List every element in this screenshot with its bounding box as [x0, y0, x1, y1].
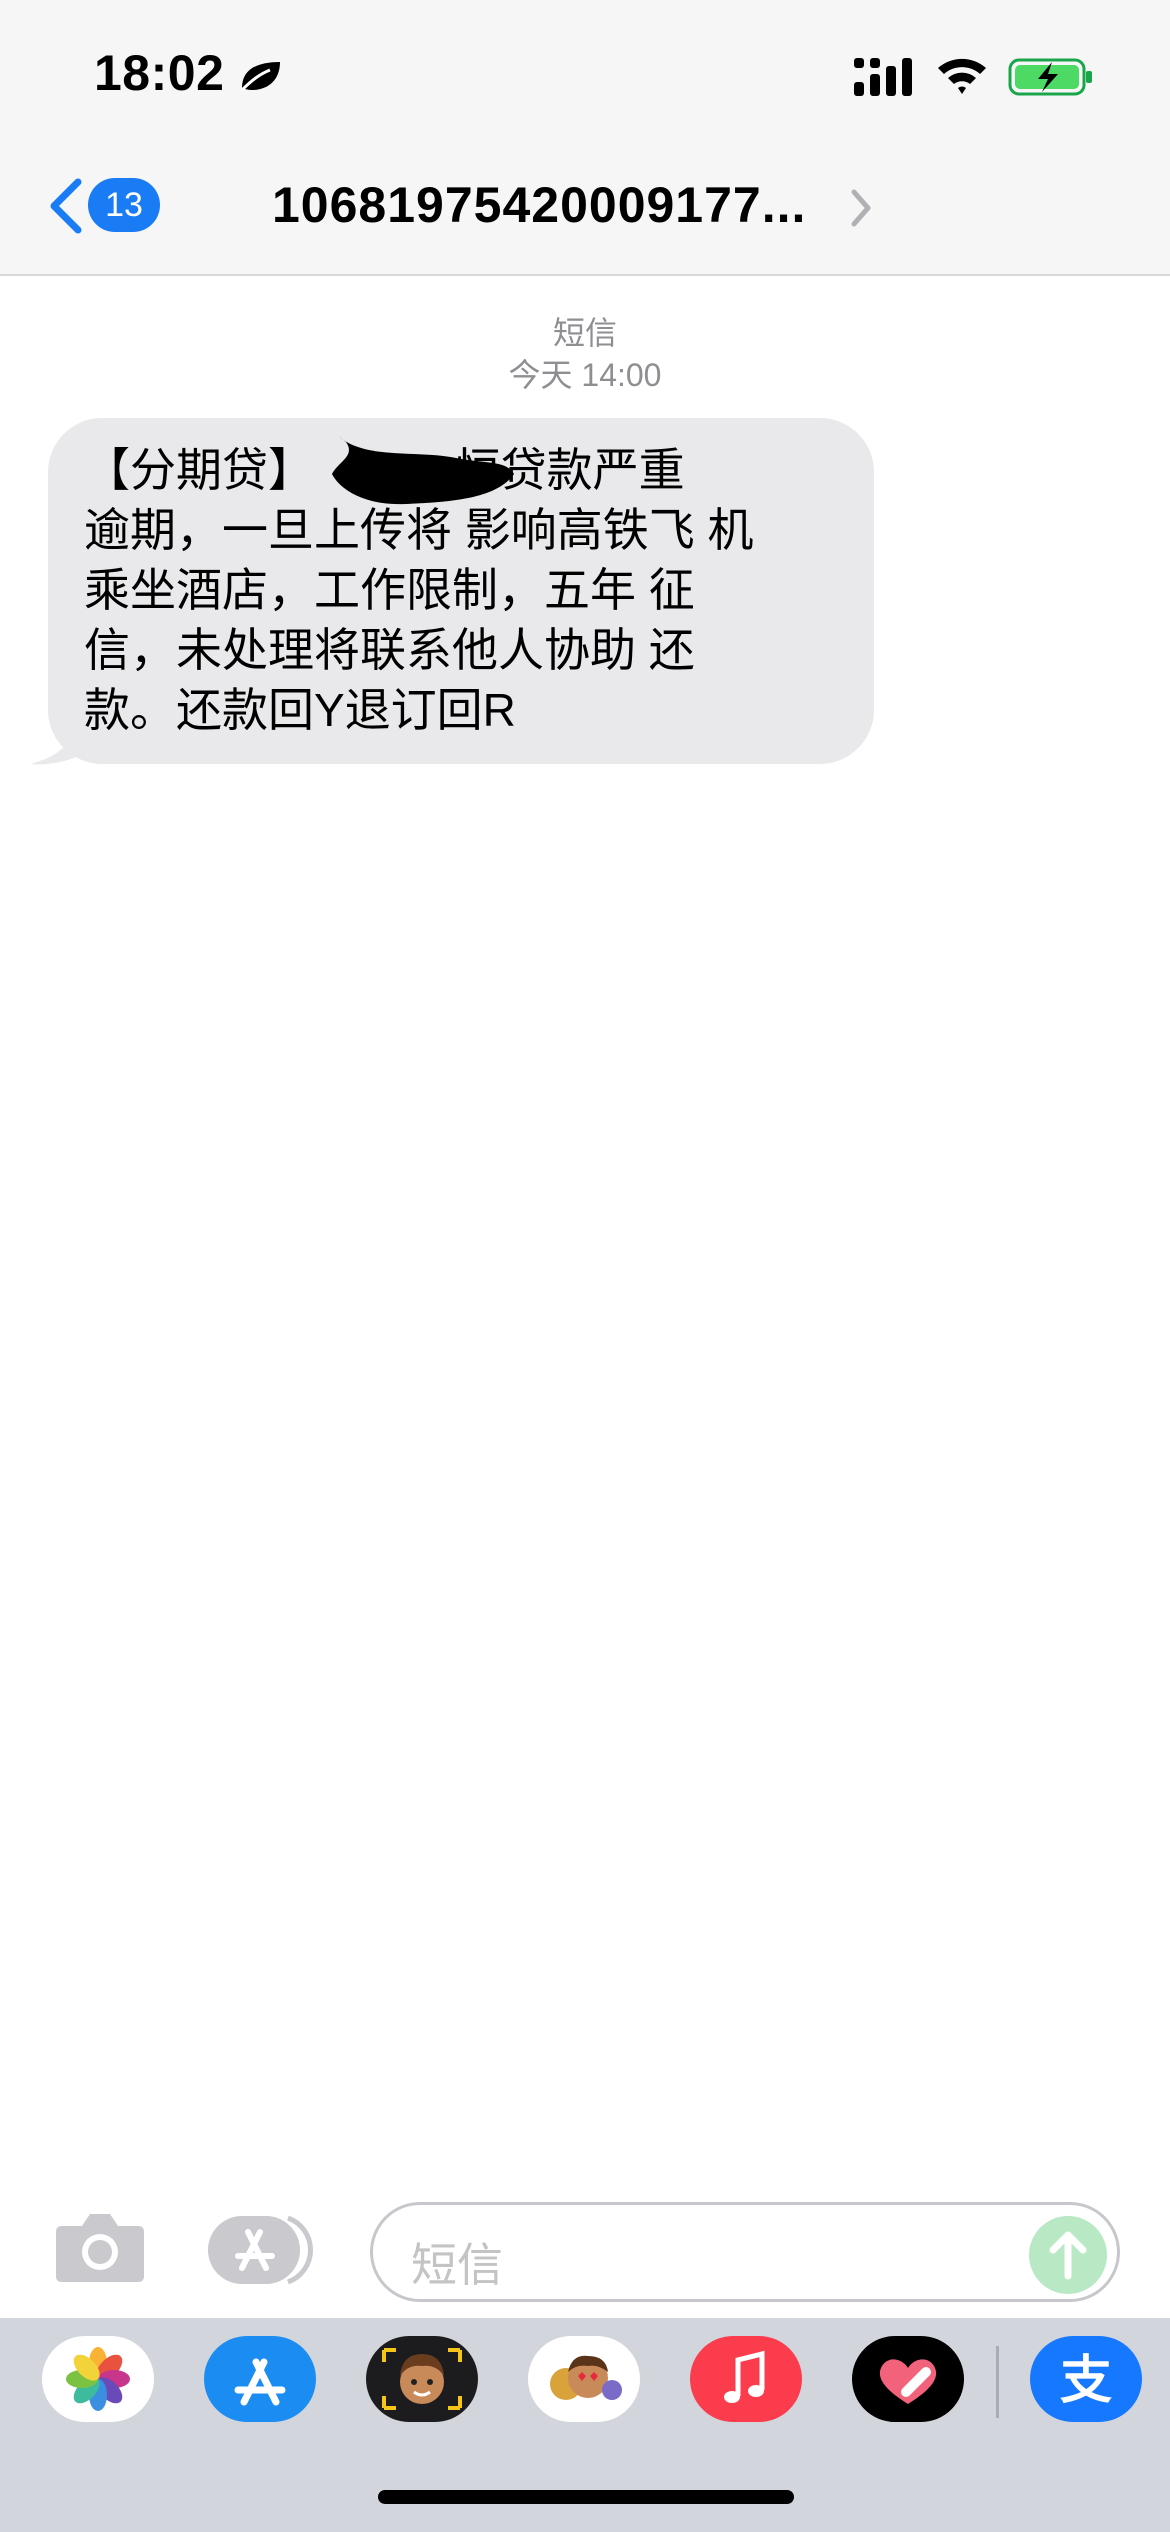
alipay-app-icon[interactable]: 支: [1030, 2336, 1142, 2422]
home-indicator[interactable]: [378, 2490, 794, 2504]
music-app-icon[interactable]: [690, 2336, 802, 2422]
message-line: 款。还款回Y退订回R: [84, 684, 516, 736]
leaf-icon: [240, 62, 280, 92]
cellular-signal-icon: [854, 58, 912, 96]
battery-charging-icon: [1008, 58, 1092, 96]
navigation-header: 18:02 13 10681975420009177...: [0, 0, 1170, 276]
message-input-placeholder: 短信: [411, 2239, 503, 2291]
camera-icon[interactable]: [54, 2210, 146, 2284]
photos-app-icon[interactable]: [42, 2336, 154, 2422]
message-input[interactable]: 短信: [370, 2202, 1120, 2302]
redaction-scribble: [332, 436, 514, 505]
memoji-app-icon[interactable]: [366, 2336, 478, 2422]
message-timestamp: 今天 14:00: [508, 357, 662, 393]
alipay-label: 支: [1060, 2351, 1112, 2411]
animoji-stickers-app-icon[interactable]: [528, 2336, 640, 2422]
chevron-left-icon: [50, 178, 82, 234]
message-line: 信，未处理将联系他人协助 还: [84, 624, 695, 676]
message-line: 乘坐酒店，工作限制，五年 征: [84, 564, 695, 616]
app-store-app-icon[interactable]: [204, 2336, 316, 2422]
status-time: 18:02: [94, 45, 225, 101]
app-store-icon[interactable]: [206, 2212, 318, 2288]
unread-count-badge: 13: [88, 178, 160, 232]
wifi-icon: [938, 58, 986, 94]
send-button[interactable]: [1029, 2216, 1107, 2294]
back-button[interactable]: 13: [46, 170, 166, 240]
message-service-label: 短信: [552, 315, 617, 351]
send-arrow-icon: [1049, 2231, 1087, 2280]
chevron-right-icon[interactable]: [848, 188, 874, 228]
dock-divider: [996, 2346, 999, 2418]
heart-app-icon[interactable]: [852, 2336, 964, 2422]
contact-title[interactable]: 10681975420009177...: [272, 176, 806, 234]
message-line: 逾期，一旦上传将 影响高铁飞 机: [84, 504, 754, 556]
